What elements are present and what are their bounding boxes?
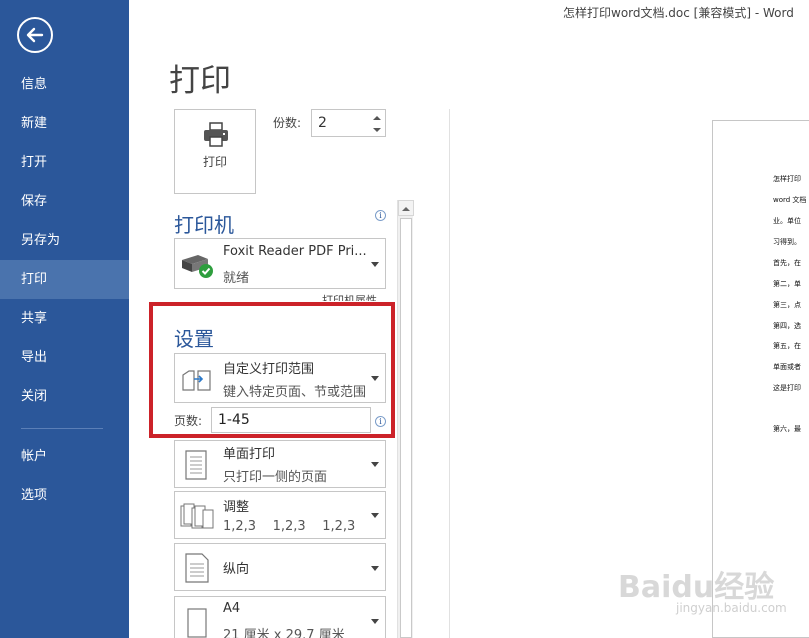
single-sided-icon: [185, 450, 207, 480]
nav-item-info[interactable]: 信息: [0, 65, 129, 104]
chevron-down-icon: [371, 566, 379, 571]
printer-ready-icon: [182, 255, 213, 278]
paper-icon: [187, 608, 207, 638]
printer-name: Foxit Reader PDF Pri...: [223, 244, 367, 259]
annotation-highlight-box: [149, 302, 395, 438]
nav-item-new[interactable]: 新建: [0, 104, 129, 143]
nav-item-open[interactable]: 打开: [0, 143, 129, 182]
paper-subtitle: 21 厘米 x 29.7 厘米: [223, 628, 345, 638]
collate-icon: [180, 503, 214, 529]
chevron-down-icon: [371, 513, 379, 518]
paper-size-dropdown[interactable]: A4 21 厘米 x 29.7 厘米: [174, 596, 386, 638]
chevron-down-icon: [371, 619, 379, 624]
baidu-watermark-logo: Baidu经验: [618, 570, 775, 605]
arrow-left-icon: [26, 27, 44, 43]
printer-section-title: 打印机: [174, 213, 234, 237]
print-button[interactable]: 打印: [174, 109, 256, 194]
sides-dropdown[interactable]: 单面打印 只打印一侧的页面: [174, 440, 386, 488]
collate-dropdown[interactable]: 调整 1,2,3 1,2,3 1,2,3: [174, 491, 386, 539]
preview-line: 第二，单: [773, 280, 801, 288]
settings-scrollbar[interactable]: [397, 200, 414, 638]
nav-item-save[interactable]: 保存: [0, 182, 129, 221]
preview-line: 第六，最: [773, 425, 801, 433]
back-button[interactable]: [17, 17, 53, 53]
collate-title: 调整: [223, 500, 250, 515]
preview-line: 单面或者: [773, 363, 801, 371]
preview-line: 怎样打印: [773, 175, 801, 183]
preview-line: word 文档: [773, 196, 807, 204]
sides-title: 单面打印: [223, 447, 276, 462]
chevron-down-icon: [371, 462, 379, 467]
nav-item-print[interactable]: 打印: [0, 260, 129, 299]
nav-item-close[interactable]: 关闭: [0, 377, 129, 416]
portrait-icon: [185, 553, 209, 583]
nav-divider: [21, 428, 103, 429]
collate-subtitle: 1,2,3 1,2,3 1,2,3: [223, 519, 356, 534]
preview-line: 业。单位: [773, 217, 801, 225]
window-title: 怎样打印word文档.doc [兼容模式] - Word: [563, 6, 794, 20]
nav-item-export[interactable]: 导出: [0, 338, 129, 377]
preview-line: 第三，点: [773, 301, 801, 309]
sides-subtitle: 只打印一侧的页面: [223, 470, 328, 485]
copies-label: 份数:: [273, 116, 302, 130]
baidu-watermark-url: jingyan.baidu.com: [676, 601, 787, 615]
nav-item-options[interactable]: 选项: [0, 476, 129, 515]
nav-item-share[interactable]: 共享: [0, 299, 129, 338]
orientation-dropdown[interactable]: 纵向: [174, 543, 386, 591]
spin-up-icon[interactable]: [370, 112, 384, 124]
scroll-thumb[interactable]: [400, 218, 412, 638]
preview-line: 习得到。: [773, 238, 801, 246]
preview-line: 第五，在: [773, 342, 801, 350]
printer-properties-link[interactable]: 打印机属性: [322, 292, 377, 301]
orientation-title: 纵向: [223, 562, 250, 577]
preview-line: 首先，在: [773, 259, 801, 267]
nav-item-save-as[interactable]: 另存为: [0, 221, 129, 260]
scroll-up-button[interactable]: [398, 200, 414, 216]
printer-icon: [204, 122, 228, 147]
preview-line: 这是打印: [773, 384, 801, 392]
page-title: 打印: [169, 63, 231, 99]
spin-down-icon[interactable]: [370, 124, 384, 136]
paper-title: A4: [223, 601, 241, 616]
chevron-down-icon: [371, 262, 379, 267]
printer-dropdown[interactable]: Foxit Reader PDF Pri... 就绪: [174, 238, 386, 289]
backstage-nav: 信息 新建 打开 保存 另存为 打印 共享 导出 关闭 帐户 选项: [0, 0, 129, 638]
preview-line: 第四，选: [773, 322, 801, 330]
print-button-label: 打印: [202, 155, 227, 169]
printer-info-icon[interactable]: i: [375, 210, 386, 221]
scroll-up-icon: [402, 207, 410, 211]
print-preview-page: 怎样打印 word 文档 业。单位 习得到。 首先，在 第二，单 第三，点 第四…: [712, 120, 809, 638]
printer-status: 就绪: [223, 271, 250, 286]
pane-divider: [449, 109, 450, 638]
nav-item-account[interactable]: 帐户: [0, 437, 129, 476]
